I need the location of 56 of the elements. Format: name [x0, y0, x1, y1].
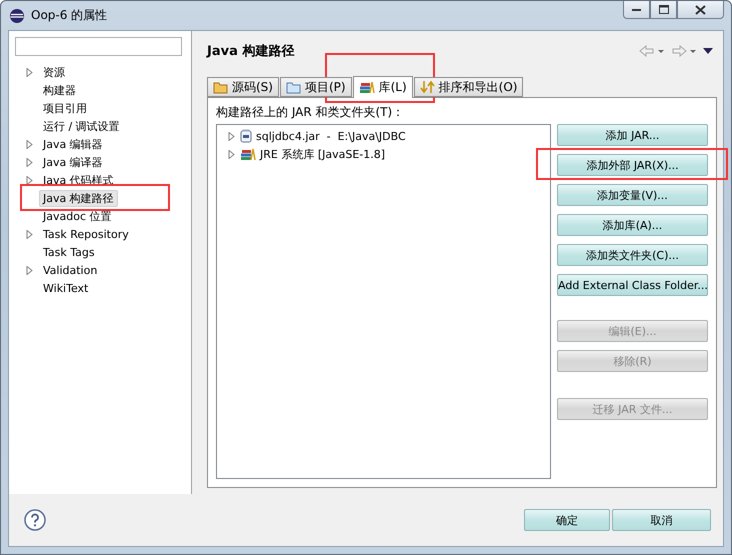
nav-item[interactable]: 运行 / 调试设置 — [39, 118, 124, 134]
expand-arrow-icon[interactable] — [25, 68, 34, 76]
library-list[interactable]: sqljdbc4.jar - E:\Java\JDBC JRE 系统库 [JavaSE-1.8] — [216, 124, 551, 479]
cancel-button[interactable]: 取消 — [612, 509, 711, 531]
nav-item[interactable]: Javadoc 位置 — [39, 208, 116, 224]
forward-icon[interactable] — [671, 45, 697, 57]
expand-arrow-icon[interactable] — [25, 266, 34, 274]
list-label: 构建路径上的 JAR 和类文件夹(T)： — [216, 104, 406, 121]
maximize-icon — [658, 5, 668, 14]
expand-arrow-icon[interactable] — [25, 230, 34, 238]
books-icon — [240, 148, 256, 160]
nav-item[interactable]: Task Repository — [39, 226, 133, 242]
nav-item[interactable]: WikiText — [39, 280, 92, 296]
tab[interactable]: 排序和导出(O) — [414, 77, 524, 97]
tab[interactable]: 库(L) — [352, 76, 413, 98]
back-icon[interactable] — [639, 45, 665, 57]
app-icon — [9, 8, 25, 24]
window-title: Oop-6 的属性 — [31, 7, 108, 24]
close-icon — [695, 4, 706, 14]
nav-item[interactable]: Task Tags — [39, 244, 99, 260]
action-button[interactable]: Add External Class Folder... — [557, 274, 708, 296]
filter-field[interactable] — [15, 37, 182, 56]
action-button[interactable]: 添加类文件夹(C)... — [557, 244, 708, 266]
library-entry[interactable]: JRE 系统库 [JavaSE-1.8] — [260, 146, 386, 162]
folder-icon — [286, 80, 301, 94]
folder-icon — [213, 80, 228, 94]
books-icon — [358, 81, 375, 94]
tab[interactable]: 项目(P) — [280, 77, 352, 97]
page-title: Java 构建路径 — [207, 43, 294, 60]
nav-item[interactable]: 资源 — [39, 64, 69, 80]
action-button[interactable]: 添加 JAR... — [557, 124, 708, 146]
maximize-button[interactable] — [650, 1, 677, 19]
action-button[interactable]: 添加变量(V)... — [557, 184, 708, 206]
nav-item[interactable]: Java 构建路径 — [39, 190, 118, 206]
close-button[interactable] — [677, 1, 724, 19]
action-button[interactable]: 添加库(A)... — [557, 214, 708, 236]
arrows-icon — [420, 80, 435, 94]
jar-icon — [240, 129, 252, 143]
action-button[interactable]: 添加外部 JAR(X)... — [557, 154, 708, 176]
menu-icon[interactable] — [703, 48, 713, 54]
nav-item[interactable]: 构建器 — [39, 82, 80, 98]
nav-item[interactable]: 项目引用 — [39, 100, 91, 116]
ok-button[interactable]: 确定 — [524, 509, 610, 531]
nav-item[interactable]: Validation — [39, 262, 102, 278]
minimize-icon — [632, 8, 641, 11]
help-icon[interactable] — [24, 509, 46, 531]
nav-item[interactable]: Java 编译器 — [39, 154, 107, 170]
expand-arrow-icon[interactable] — [25, 158, 34, 166]
nav-item[interactable]: Java 编辑器 — [39, 136, 107, 152]
library-entry[interactable]: sqljdbc4.jar - E:\Java\JDBC — [256, 130, 406, 142]
expand-arrow-icon[interactable] — [227, 132, 236, 140]
expand-arrow-icon[interactable] — [227, 150, 236, 158]
expand-arrow-icon[interactable] — [25, 176, 34, 184]
minimize-button[interactable] — [623, 1, 650, 19]
expand-arrow-icon[interactable] — [25, 140, 34, 148]
tab[interactable]: 源码(S) — [207, 77, 279, 97]
